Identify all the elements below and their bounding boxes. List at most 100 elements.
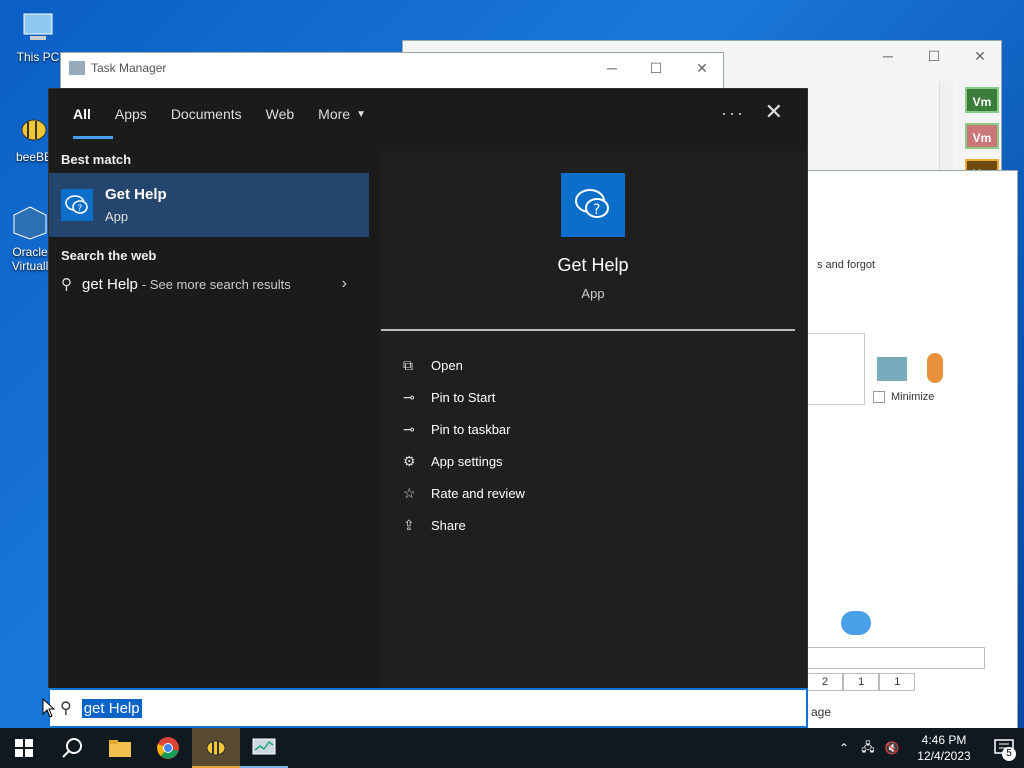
web-suffix: - See more search results: [141, 276, 291, 292]
chrome-button[interactable]: [144, 728, 192, 768]
clock[interactable]: 4:46 PM 12/4/2023: [904, 732, 984, 764]
search-web-heading: Search the web: [61, 248, 157, 263]
chat-snippet: s and forgot: [817, 259, 876, 271]
minimize-label: Minimize: [891, 391, 935, 403]
vm-badge[interactable]: Vm: [965, 87, 999, 113]
pin-icon: ⊸: [403, 388, 415, 405]
pin-icon: ⊸: [403, 420, 415, 437]
detail-app-name: Get Help: [557, 255, 629, 275]
action-label: Pin to Start: [431, 389, 496, 405]
computer-icon: [20, 10, 56, 46]
notification-count-badge: 5: [1002, 747, 1016, 761]
tab-documents[interactable]: Documents: [159, 89, 254, 139]
best-match-heading: Best match: [61, 152, 132, 167]
action-label: Open: [431, 357, 463, 373]
action-rate-and-review[interactable]: ☆ Rate and review: [403, 477, 807, 509]
action-pin-to-start[interactable]: ⊸ Pin to Start: [403, 381, 807, 413]
folder-icon: [109, 740, 131, 757]
gear-icon: ⚙: [403, 452, 416, 469]
share-icon: ⇪: [403, 516, 415, 533]
open-icon: ⧉: [403, 356, 413, 373]
network-icon[interactable]: 🖧: [856, 738, 880, 759]
action-label: App settings: [431, 453, 503, 469]
tab-count[interactable]: 1: [843, 673, 880, 691]
task-manager-taskbar-button[interactable]: [240, 728, 288, 768]
best-match-kind: App: [105, 209, 129, 224]
close-icon[interactable]: ✕: [765, 99, 783, 125]
minimize-button[interactable]: ─: [865, 41, 911, 71]
minimize-checkbox[interactable]: [873, 391, 885, 403]
send-icon[interactable]: [877, 357, 907, 381]
close-button[interactable]: ✕: [957, 41, 1003, 71]
detail-pane: ? Get Help App ⧉ Open ⊸ Pin to Start ⊸ Pin …: [379, 151, 807, 687]
clock-date: 12/4/2023: [917, 749, 971, 763]
action-share[interactable]: ⇪ Share: [403, 509, 807, 541]
search-icon: ⚲: [61, 276, 72, 293]
close-button[interactable]: ✕: [679, 53, 725, 83]
taskbar: ⌃ 🖧 🔇 4:46 PM 12/4/2023 5: [0, 728, 1024, 768]
volume-muted-icon[interactable]: 🔇: [880, 741, 904, 755]
get-help-large-icon: ?: [561, 173, 625, 237]
divider: [381, 329, 795, 331]
search-button[interactable]: [48, 728, 96, 768]
action-label: Rate and review: [431, 485, 525, 501]
task-manager-icon: [252, 738, 276, 755]
chat-bubble-icon: [841, 611, 871, 635]
task-manager-icon: [69, 61, 85, 75]
tab-more-label: More: [318, 106, 351, 122]
action-center-button[interactable]: 5: [984, 728, 1024, 768]
search-icon: [62, 738, 82, 758]
windows-icon: [15, 739, 33, 757]
message-input-area[interactable]: [807, 333, 865, 405]
chat-window[interactable]: s and forgot Minimize 2 1 1 age: [806, 170, 1018, 730]
status-text: age: [811, 705, 832, 719]
desktop-icon-this-pc[interactable]: This PC: [8, 10, 68, 64]
best-match-result[interactable]: ? Get Help App: [49, 173, 369, 237]
tab-all[interactable]: All: [61, 89, 113, 139]
minimize-button[interactable]: ─: [589, 53, 635, 83]
window-title: Task Manager: [91, 61, 167, 75]
microphone-icon[interactable]: [927, 353, 943, 383]
action-label: Share: [431, 517, 466, 533]
caret-down-icon: ▼: [356, 108, 366, 120]
text-input[interactable]: [807, 647, 985, 669]
maximize-button[interactable]: ☐: [633, 53, 679, 83]
file-explorer-button[interactable]: [96, 728, 144, 768]
detail-app-kind: App: [581, 286, 605, 301]
bee-icon: [206, 740, 226, 756]
search-icon: ⚲: [60, 700, 72, 717]
clock-time: 4:46 PM: [921, 733, 967, 747]
desktop-icon-label: This PC: [16, 50, 60, 64]
tab-count[interactable]: 1: [879, 673, 916, 691]
results-list: Best match ? Get Help App Search the web…: [49, 149, 369, 687]
tab-more[interactable]: More ▼: [306, 89, 378, 139]
best-match-name: Get Help: [105, 186, 167, 203]
bee-icon: [16, 110, 52, 146]
chevron-up-icon[interactable]: ⌃: [832, 741, 856, 755]
vm-badge[interactable]: Vm: [965, 123, 999, 149]
action-app-settings[interactable]: ⚙ App settings: [403, 445, 807, 477]
maximize-button[interactable]: ☐: [911, 41, 957, 71]
chevron-right-icon: ›: [341, 275, 347, 292]
more-options-icon[interactable]: ···: [721, 103, 745, 124]
action-open[interactable]: ⧉ Open: [403, 349, 807, 381]
action-label: Pin to taskbar: [431, 421, 511, 437]
system-tray: ⌃ 🖧 🔇 4:46 PM 12/4/2023 5: [832, 728, 1024, 768]
start-menu-search-panel: All Apps Documents Web More ▼ ··· ✕ Best…: [48, 88, 808, 728]
tab-strip[interactable]: 2 1 1: [807, 673, 916, 691]
tab-web[interactable]: Web: [254, 89, 307, 139]
chrome-icon: [157, 737, 179, 759]
search-input[interactable]: ⚲ get Help: [48, 688, 808, 728]
start-button[interactable]: [0, 728, 48, 768]
search-value: get Help: [81, 698, 142, 718]
mouse-cursor-icon: [42, 697, 56, 723]
web-query: get Help: [82, 275, 138, 293]
web-search-result[interactable]: ⚲ get Help - See more search results ›: [49, 267, 369, 301]
tab-apps[interactable]: Apps: [103, 89, 159, 139]
action-list: ⧉ Open ⊸ Pin to Start ⊸ Pin to taskbar ⚙ App…: [379, 349, 807, 541]
action-pin-to-taskbar[interactable]: ⊸ Pin to taskbar: [403, 413, 807, 445]
virtualbox-icon: [12, 205, 48, 241]
star-icon: ☆: [403, 484, 416, 501]
tab-count[interactable]: 2: [807, 673, 844, 691]
beebeep-taskbar-button[interactable]: [192, 728, 240, 768]
